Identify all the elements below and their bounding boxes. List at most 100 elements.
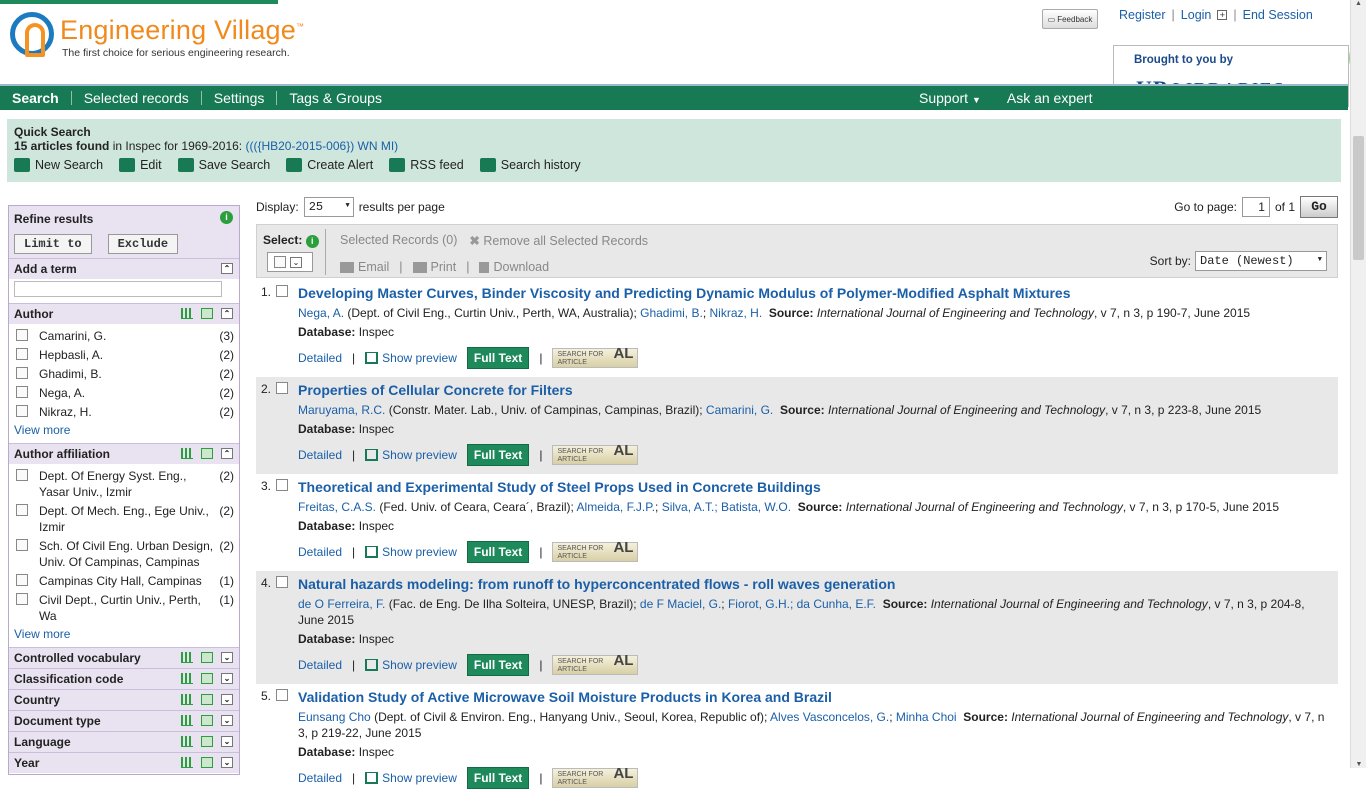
chart-icon[interactable] bbox=[181, 736, 193, 747]
search-for-article-button[interactable]: SEARCH FOR ARTICLE AL bbox=[552, 653, 639, 675]
add-term-input[interactable] bbox=[14, 281, 222, 297]
export-icon[interactable] bbox=[201, 652, 213, 663]
show-preview-link[interactable]: Show preview bbox=[365, 448, 457, 462]
year-header[interactable]: Year ⌄ bbox=[9, 752, 239, 773]
login-link[interactable]: Login bbox=[1181, 8, 1212, 22]
scrollbar-thumb[interactable] bbox=[1353, 136, 1364, 260]
scroll-down-icon[interactable]: ▼ bbox=[1351, 761, 1366, 768]
result-checkbox[interactable] bbox=[276, 285, 288, 297]
author-link[interactable]: Eunsang Cho bbox=[298, 710, 371, 724]
show-preview-link[interactable]: Show preview bbox=[365, 545, 457, 559]
controlled-vocabulary-header[interactable]: Controlled vocabulary ⌄ bbox=[9, 647, 239, 668]
facet-row[interactable]: Dept. Of Mech. Eng., Ege Univ., Izmir (2) bbox=[14, 503, 234, 535]
select-all-checkbox[interactable] bbox=[274, 256, 286, 268]
facet-checkbox[interactable] bbox=[16, 574, 28, 586]
result-title-link[interactable]: Theoretical and Experimental Study of St… bbox=[298, 479, 821, 495]
nav-selected-records[interactable]: Selected records bbox=[72, 87, 201, 109]
facet-checkbox[interactable] bbox=[16, 329, 28, 341]
show-preview-link[interactable]: Show preview bbox=[365, 658, 457, 672]
result-checkbox[interactable] bbox=[276, 382, 288, 394]
search-for-article-button[interactable]: SEARCH FOR ARTICLE AL bbox=[552, 443, 639, 465]
full-text-button[interactable]: Full Text bbox=[466, 347, 530, 369]
select-all-dropdown[interactable]: ⌄ bbox=[267, 252, 313, 272]
facet-row[interactable]: Nikraz, H. (2) bbox=[14, 404, 234, 420]
facet-row[interactable]: Sch. Of Civil Eng. Urban Design, Univ. O… bbox=[14, 538, 234, 570]
detailed-link[interactable]: Detailed bbox=[298, 448, 342, 462]
result-title-link[interactable]: Properties of Cellular Concrete for Filt… bbox=[298, 382, 573, 398]
nav-ask-expert[interactable]: Ask an expert bbox=[1007, 90, 1093, 106]
author-link[interactable]: Silva, A.T.; Batista, W.O. bbox=[662, 500, 791, 514]
chart-icon[interactable] bbox=[181, 308, 193, 319]
chart-icon[interactable] bbox=[181, 448, 193, 459]
chart-icon[interactable] bbox=[181, 673, 193, 684]
full-text-button[interactable]: Full Text bbox=[466, 541, 530, 563]
author-view-more[interactable]: View more bbox=[14, 423, 234, 441]
expand-icon[interactable]: ⌄ bbox=[221, 652, 233, 663]
facet-row[interactable]: Campinas City Hall, Campinas (1) bbox=[14, 573, 234, 589]
result-checkbox[interactable] bbox=[276, 689, 288, 701]
author-link[interactable]: Fiorot, G.H.; da Cunha, E.F. bbox=[728, 597, 876, 611]
search-history-button[interactable]: Search history bbox=[479, 158, 581, 172]
exclude-button[interactable]: Exclude bbox=[107, 234, 179, 254]
detailed-link[interactable]: Detailed bbox=[298, 658, 342, 672]
facet-row[interactable]: Nega, A. (2) bbox=[14, 385, 234, 401]
expand-icon[interactable]: ⌄ bbox=[221, 694, 233, 705]
detailed-link[interactable]: Detailed bbox=[298, 771, 342, 785]
facet-row[interactable]: Hepbasli, A. (2) bbox=[14, 347, 234, 363]
facet-checkbox[interactable] bbox=[16, 386, 28, 398]
login-expand-icon[interactable]: + bbox=[1217, 10, 1228, 20]
facet-row[interactable]: Dept. Of Energy Syst. Eng., Yasar Univ.,… bbox=[14, 468, 234, 500]
show-preview-link[interactable]: Show preview bbox=[365, 771, 457, 785]
save-search-button[interactable]: Save Search bbox=[177, 158, 270, 172]
author-link[interactable]: Ghadimi, B. bbox=[640, 306, 703, 320]
expand-icon[interactable]: ⌄ bbox=[221, 715, 233, 726]
edit-search-button[interactable]: Edit bbox=[119, 158, 162, 172]
collapse-icon[interactable]: ⌃ bbox=[221, 263, 233, 274]
export-icon[interactable] bbox=[201, 673, 213, 684]
chart-icon[interactable] bbox=[181, 694, 193, 705]
author-link[interactable]: Camarini, G. bbox=[706, 403, 773, 417]
facet-row[interactable]: Civil Dept., Curtin Univ., Perth, Wa (1) bbox=[14, 592, 234, 624]
facet-checkbox[interactable] bbox=[16, 539, 28, 551]
author-link[interactable]: de O Ferreira, F. bbox=[298, 597, 385, 611]
document-type-header[interactable]: Document type ⌄ bbox=[9, 710, 239, 731]
export-icon[interactable] bbox=[201, 736, 213, 747]
language-header[interactable]: Language ⌄ bbox=[9, 731, 239, 752]
results-per-page-select[interactable]: 25 bbox=[303, 197, 354, 217]
sort-select[interactable]: Date (Newest) bbox=[1195, 251, 1327, 271]
author-link[interactable]: Alves Vasconcelos, G. bbox=[770, 710, 889, 724]
chart-icon[interactable] bbox=[181, 757, 193, 768]
nav-settings[interactable]: Settings bbox=[202, 87, 277, 109]
expand-icon[interactable]: ⌄ bbox=[221, 673, 233, 684]
expand-icon[interactable]: ⌄ bbox=[221, 736, 233, 747]
nav-search[interactable]: Search bbox=[0, 87, 71, 109]
vertical-scrollbar[interactable]: ▲ ▼ bbox=[1350, 0, 1366, 768]
collapse-icon[interactable]: ⌃ bbox=[221, 448, 233, 459]
search-for-article-button[interactable]: SEARCH FOR ARTICLE AL bbox=[552, 540, 639, 562]
register-link[interactable]: Register bbox=[1119, 8, 1166, 22]
full-text-button[interactable]: Full Text bbox=[466, 444, 530, 466]
page-input[interactable]: 1 bbox=[1241, 197, 1270, 217]
author-link[interactable]: Almeida, F.J.P. bbox=[577, 500, 655, 514]
author-link[interactable]: Freitas, C.A.S. bbox=[298, 500, 376, 514]
author-link[interactable]: Nega, A. bbox=[298, 306, 344, 320]
collapse-icon[interactable]: ⌃ bbox=[221, 308, 233, 319]
detailed-link[interactable]: Detailed bbox=[298, 351, 342, 365]
facet-checkbox[interactable] bbox=[16, 405, 28, 417]
export-icon[interactable] bbox=[201, 757, 213, 768]
rss-feed-button[interactable]: RSS feed bbox=[389, 158, 464, 172]
full-text-button[interactable]: Full Text bbox=[466, 767, 530, 789]
country-header[interactable]: Country ⌄ bbox=[9, 689, 239, 710]
chevron-down-icon[interactable]: ⌄ bbox=[290, 256, 302, 268]
author-link[interactable]: Maruyama, R.C. bbox=[298, 403, 385, 417]
chart-icon[interactable] bbox=[181, 715, 193, 726]
nav-tags-groups[interactable]: Tags & Groups bbox=[277, 87, 394, 109]
show-preview-link[interactable]: Show preview bbox=[365, 351, 457, 365]
result-title-link[interactable]: Validation Study of Active Microwave Soi… bbox=[298, 689, 832, 705]
selected-records-count[interactable]: Selected Records (0) bbox=[340, 233, 457, 248]
limit-to-button[interactable]: Limit to bbox=[14, 234, 92, 254]
create-alert-button[interactable]: Create Alert bbox=[286, 158, 373, 172]
author-link[interactable]: Minha Choi bbox=[896, 710, 957, 724]
search-for-article-button[interactable]: SEARCH FOR ARTICLE AL bbox=[552, 766, 639, 788]
search-for-article-button[interactable]: SEARCH FOR ARTICLE AL bbox=[552, 346, 639, 368]
